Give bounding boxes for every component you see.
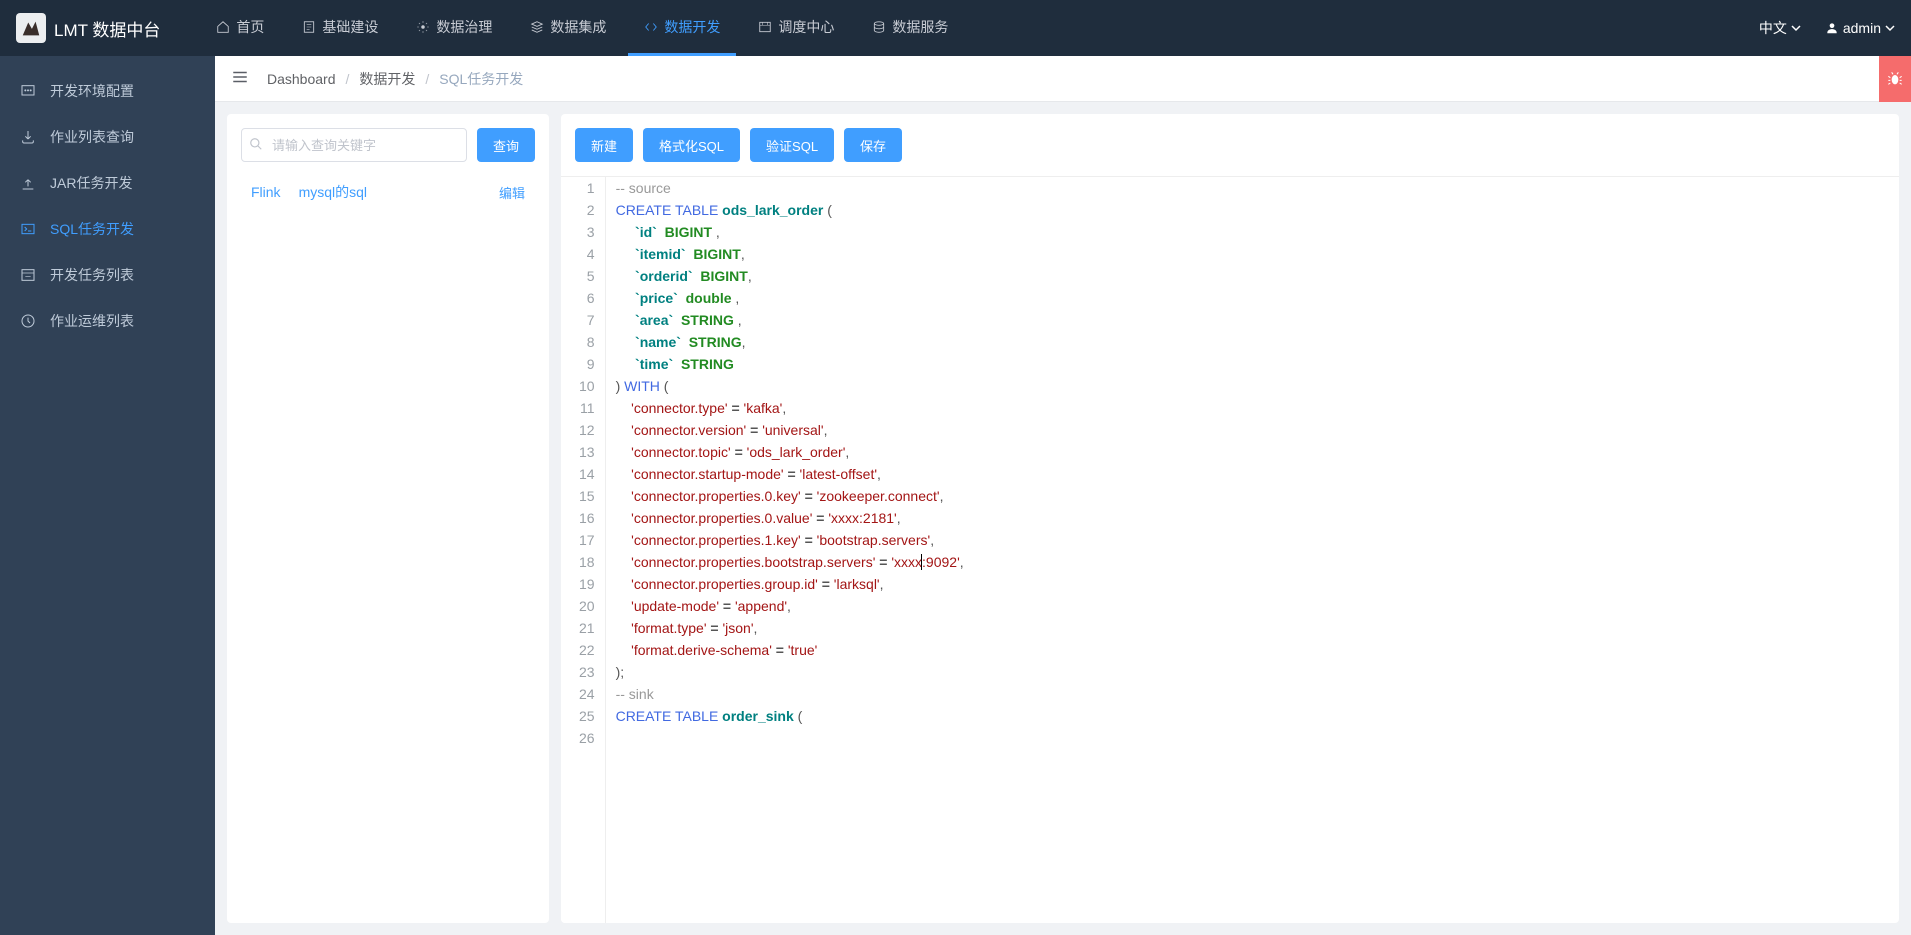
sidebar-item-3[interactable]: SQL任务开发 [0, 206, 215, 252]
sidebar-item-4[interactable]: 开发任务列表 [0, 252, 215, 298]
sidebar: 开发环境配置作业列表查询 JAR任务开发 SQL任务开发开发任务列表作业运维列表 [0, 56, 215, 935]
search-input[interactable] [241, 128, 467, 162]
nav-icon [530, 20, 544, 34]
editor-pane: 新建 格式化SQL 验证SQL 保存 123456789101112131415… [561, 114, 1899, 923]
sidebar-item-label: SQL任务开发 [50, 219, 134, 239]
lang-label: 中文 [1759, 18, 1787, 38]
nav-item-3[interactable]: 数据集成 [514, 0, 622, 56]
user-label: admin [1843, 20, 1881, 36]
nav-icon [302, 20, 316, 34]
breadcrumb-item: SQL任务开发 [439, 69, 523, 89]
nav-label: 数据开发 [664, 17, 720, 37]
nav-item-4[interactable]: 数据开发 [628, 0, 736, 56]
editor-code[interactable]: -- sourceCREATE TABLE ods_lark_order ( `… [606, 177, 1899, 923]
breadcrumb-sep: / [346, 71, 350, 87]
breadcrumb-item[interactable]: 数据开发 [359, 69, 415, 89]
format-sql-button[interactable]: 格式化SQL [643, 128, 740, 162]
sidebar-icon [20, 175, 36, 191]
validate-sql-button[interactable]: 验证SQL [750, 128, 834, 162]
nav-label: 基础建设 [322, 17, 378, 37]
sidebar-icon [20, 313, 36, 329]
search-input-wrap [241, 128, 467, 162]
new-button[interactable]: 新建 [575, 128, 633, 162]
sidebar-item-label: 作业列表查询 [50, 127, 134, 147]
sidebar-icon [20, 83, 36, 99]
breadcrumb-item[interactable]: Dashboard [267, 71, 336, 87]
user-dropdown[interactable]: admin [1825, 20, 1895, 36]
user-icon [1825, 21, 1839, 35]
nav-icon [216, 20, 230, 34]
sql-editor[interactable]: 1234567891011121314151617181920212223242… [561, 176, 1899, 923]
nav-item-6[interactable]: 数据服务 [856, 0, 964, 56]
bug-icon [1887, 71, 1903, 87]
nav-item-1[interactable]: 基础建设 [286, 0, 394, 56]
sidebar-icon [20, 221, 36, 237]
save-button[interactable]: 保存 [844, 128, 902, 162]
main: Dashboard/数据开发/SQL任务开发 查询 Fli [215, 56, 1911, 935]
sidebar-icon [20, 129, 36, 145]
nav-label: 数据治理 [436, 17, 492, 37]
task-name: mysql的sql [299, 182, 499, 202]
nav-label: 首页 [236, 17, 264, 37]
workspace: 查询 Flink mysql的sql 编辑 新建 格式化SQL 验证SQL 保存… [215, 102, 1911, 935]
sidebar-item-label: 开发环境配置 [50, 81, 134, 101]
breadcrumb-sep: / [425, 71, 429, 87]
sidebar-item-label: JAR任务开发 [50, 173, 132, 193]
chevron-down-icon [1885, 23, 1895, 33]
task-list-pane: 查询 Flink mysql的sql 编辑 [227, 114, 549, 923]
nav-right: 中文 admin [1759, 18, 1895, 38]
task-engine-label: Flink [251, 184, 281, 200]
search-icon [249, 137, 263, 156]
debug-button[interactable] [1879, 56, 1911, 102]
breadcrumb: Dashboard / 数据开发 / SQL任务开发 [267, 69, 523, 89]
lang-dropdown[interactable]: 中文 [1759, 18, 1801, 38]
brand-logo-icon [16, 13, 46, 43]
task-edit-link[interactable]: 编辑 [499, 183, 525, 202]
top-nav: LMT 数据中台 首页 基础建设 数据治理 数据集成 数据开发 调度中心 数据服务 中文 a… [0, 0, 1911, 56]
nav-icon [644, 20, 658, 34]
chevron-down-icon [1791, 23, 1801, 33]
sidebar-item-label: 作业运维列表 [50, 311, 134, 331]
sidebar-item-label: 开发任务列表 [50, 265, 134, 285]
nav-icon [872, 20, 886, 34]
sidebar-item-1[interactable]: 作业列表查询 [0, 114, 215, 160]
nav-item-5[interactable]: 调度中心 [742, 0, 850, 56]
nav-label: 数据服务 [892, 17, 948, 37]
brand: LMT 数据中台 [16, 13, 160, 43]
sidebar-icon [20, 267, 36, 283]
sidebar-item-5[interactable]: 作业运维列表 [0, 298, 215, 344]
brand-title: LMT 数据中台 [54, 16, 160, 41]
query-button[interactable]: 查询 [477, 128, 535, 162]
breadcrumb-bar: Dashboard / 数据开发 / SQL任务开发 [215, 56, 1911, 102]
nav-icon [416, 20, 430, 34]
nav-label: 调度中心 [778, 17, 834, 37]
search-row: 查询 [241, 128, 535, 162]
sidebar-item-0[interactable]: 开发环境配置 [0, 68, 215, 114]
menu-toggle-icon[interactable] [231, 68, 249, 89]
sidebar-item-2[interactable]: JAR任务开发 [0, 160, 215, 206]
nav-icon [758, 20, 772, 34]
nav-item-0[interactable]: 首页 [200, 0, 280, 56]
task-row[interactable]: Flink mysql的sql 编辑 [241, 176, 535, 208]
nav-label: 数据集成 [550, 17, 606, 37]
editor-gutter: 1234567891011121314151617181920212223242… [561, 177, 606, 923]
nav-item-2[interactable]: 数据治理 [400, 0, 508, 56]
nav-items: 首页 基础建设 数据治理 数据集成 数据开发 调度中心 数据服务 [200, 0, 1758, 56]
editor-toolbar: 新建 格式化SQL 验证SQL 保存 [561, 114, 1899, 176]
